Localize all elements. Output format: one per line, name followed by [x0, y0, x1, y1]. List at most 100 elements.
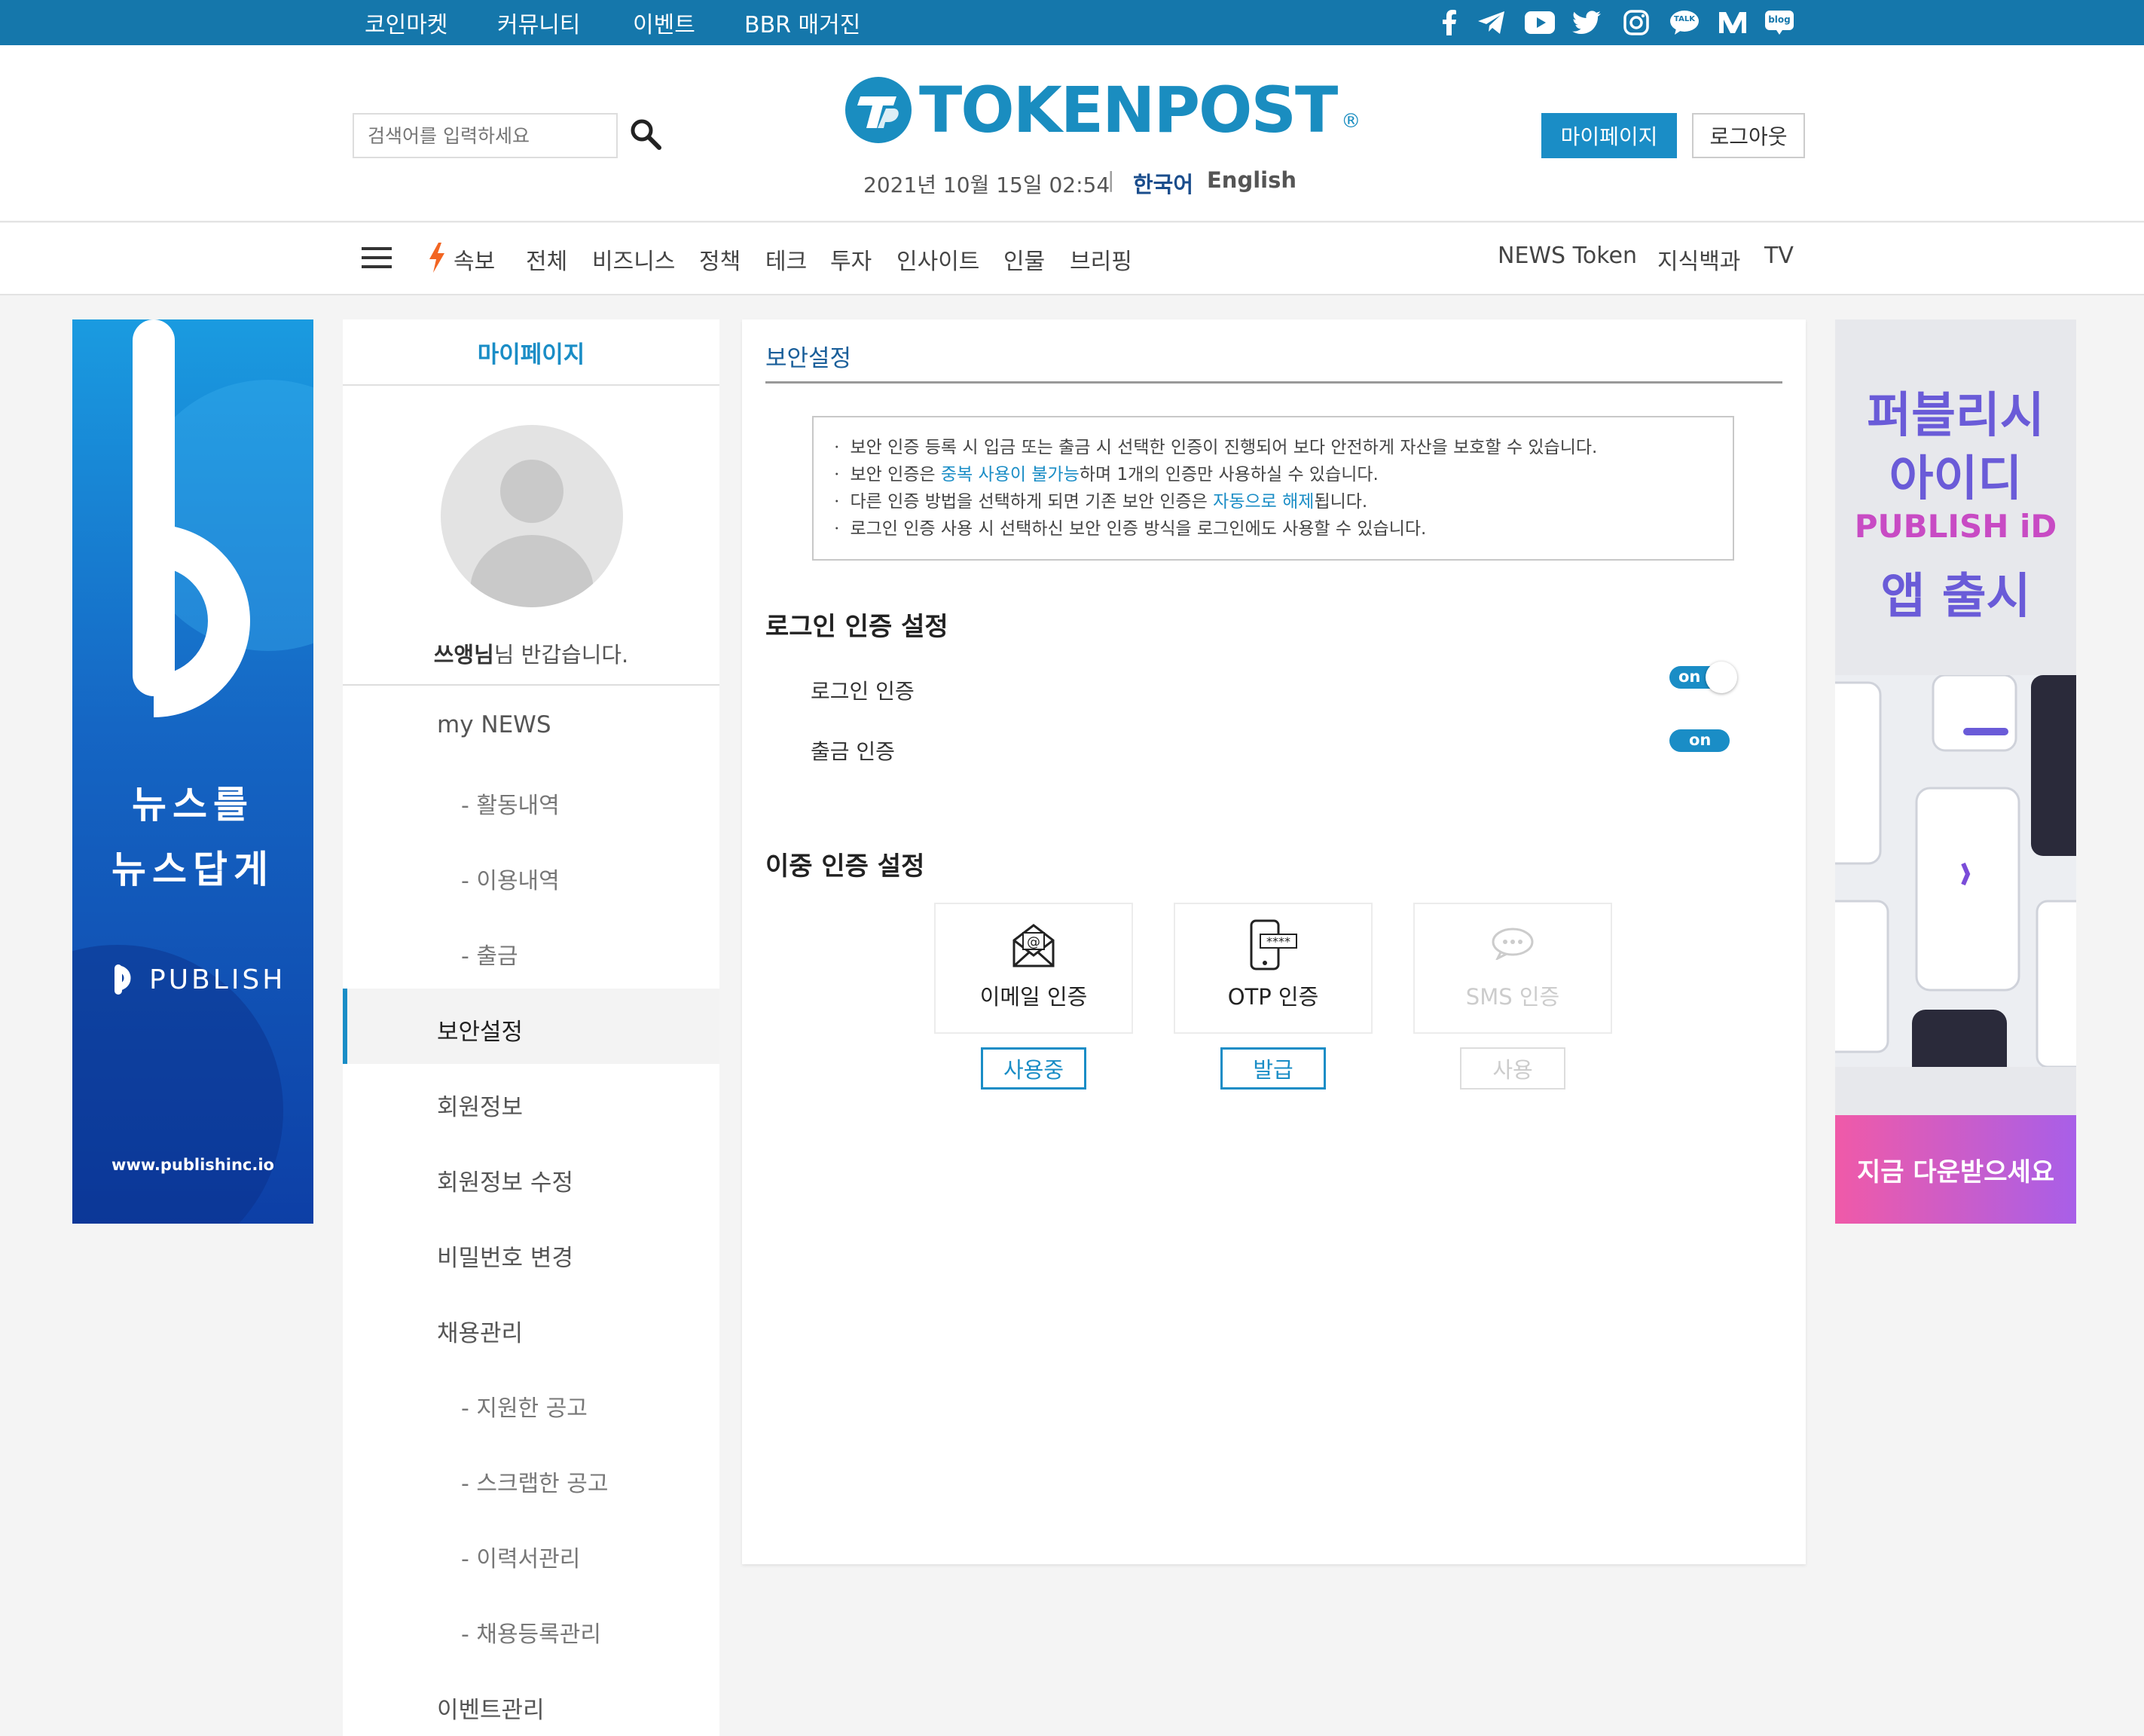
notice-line-1: ㆍ 보안 인증 등록 시 입금 또는 출금 시 선택한 인증이 진행되어 보다 …	[829, 438, 1598, 457]
sidebar-item-scrapped-jobs[interactable]: - 스크랩한 공고	[461, 1465, 609, 1498]
toplink-coinmarket[interactable]: 코인마켓	[365, 6, 447, 39]
logo-text: TOKENPOST	[919, 73, 1338, 147]
nav-breaking[interactable]: 속보	[454, 243, 495, 276]
notice-line-2: ㆍ 보안 인증은 중복 사용이 불가능하며 1개의 인증만 사용하실 수 있습니…	[829, 465, 1379, 484]
telegram-icon[interactable]	[1477, 8, 1507, 38]
toplink-bbr-magazine[interactable]: BBR 매거진	[744, 6, 860, 39]
nav-all[interactable]: 전체	[526, 243, 567, 276]
nav-people[interactable]: 인물	[1003, 243, 1045, 276]
nav-tech[interactable]: 테크	[765, 243, 807, 276]
nav-tv[interactable]: TV	[1764, 243, 1794, 269]
sms-auth-card[interactable]: SMS 인증	[1413, 903, 1612, 1034]
twitter-icon[interactable]	[1571, 8, 1602, 38]
sidebar-item-my-news[interactable]: my NEWS	[437, 711, 551, 738]
login-auth-toggle-state: on	[1678, 668, 1701, 686]
notice-box: ㆍ 보안 인증 등록 시 입금 또는 출금 시 선택한 인증이 진행되어 보다 …	[812, 416, 1734, 561]
blog-icon[interactable]: blog	[1764, 8, 1794, 38]
facebook-icon[interactable]	[1434, 8, 1464, 38]
sidebar-item-security[interactable]: 보안설정	[437, 1013, 523, 1047]
ad-left-slogan-2: 뉴스답게	[111, 848, 274, 891]
twofa-section-title: 이중 인증 설정	[765, 851, 925, 882]
greeting-name: 쓰앵님	[433, 642, 494, 668]
ad-right-brand: PUBLISH iD	[1854, 508, 2057, 545]
email-auth-label: 이메일 인증	[979, 984, 1088, 1010]
sidebar-item-edit-info[interactable]: 회원정보 수정	[437, 1163, 573, 1197]
nav-policy[interactable]: 정책	[699, 243, 741, 276]
sidebar-divider	[343, 684, 719, 686]
withdraw-auth-toggle-state: on	[1689, 731, 1712, 749]
withdraw-auth-toggle[interactable]: on	[1669, 729, 1730, 752]
withdraw-auth-label: 출금 인증	[811, 739, 895, 764]
current-datetime: 2021년 10월 15일 02:54	[863, 173, 1110, 197]
greeting-rest: 님 반갑습니다.	[493, 642, 629, 668]
publish-ad-art	[72, 319, 313, 1224]
hamburger-menu-icon[interactable]	[362, 247, 392, 268]
logo-registered-mark: ®	[1341, 110, 1361, 133]
mypage-button[interactable]: 마이페이지	[1541, 113, 1677, 158]
youtube-icon[interactable]	[1525, 8, 1555, 38]
ad-right-cta[interactable]: 지금 다운받으세요	[1835, 1115, 2076, 1224]
email-auth-in-use-button[interactable]: 사용중	[981, 1047, 1086, 1090]
lightning-icon	[428, 243, 446, 273]
lang-english-link[interactable]: English	[1207, 167, 1296, 193]
kakaotalk-icon[interactable]: TALK	[1669, 8, 1700, 38]
ad-right-title-2: 아이디	[1889, 451, 2023, 507]
nav-insight[interactable]: 인사이트	[896, 243, 979, 276]
nav-investment[interactable]: 투자	[830, 243, 872, 276]
sidebar-active-highlight	[343, 989, 719, 1064]
notice-line-3: ㆍ 다른 인증 방법을 선택하게 되면 기존 보안 인증은 자동으로 해제됩니다…	[829, 492, 1368, 512]
toggle-knob	[1706, 662, 1737, 693]
kakaotalk-label: TALK	[1674, 15, 1695, 23]
search-icon[interactable]	[629, 118, 667, 155]
sidebar-item-resume[interactable]: - 이력서관리	[461, 1540, 580, 1573]
ad-left-brand: PUBLISH	[149, 964, 286, 995]
svg-text:****: ****	[1266, 934, 1290, 949]
nav-knowledge[interactable]: 지식백과	[1657, 243, 1740, 276]
otp-auth-label: OTP 인증	[1227, 984, 1319, 1010]
sidebar-title: 마이페이지	[343, 319, 719, 386]
toplink-event[interactable]: 이벤트	[633, 6, 695, 39]
email-icon: @	[1012, 924, 1055, 967]
ad-banner-right[interactable]: 퍼블리시 아이디 PUBLISH iD 앱 출시 지금 다운받으세요	[1835, 319, 2076, 1224]
sidebar-item-withdraw[interactable]: - 출금	[461, 937, 518, 970]
medium-icon[interactable]	[1718, 8, 1748, 38]
ad-banner-left[interactable]: 뉴스를 뉴스답게 PUBLISH www.publishinc.io	[72, 319, 313, 1224]
sidebar-item-applied-jobs[interactable]: - 지원한 공고	[461, 1389, 588, 1423]
logo-emblem-icon	[845, 77, 912, 143]
email-auth-card[interactable]: @ 이메일 인증	[934, 903, 1133, 1034]
logout-button[interactable]: 로그아웃	[1692, 113, 1805, 158]
login-auth-toggle[interactable]: on	[1669, 662, 1737, 693]
sidebar-item-event[interactable]: 이벤트관리	[437, 1691, 545, 1725]
avatar	[441, 425, 623, 607]
nav-briefing[interactable]: 브리핑	[1070, 243, 1132, 276]
ad-left-url: www.publishinc.io	[111, 1156, 274, 1174]
login-auth-section-title: 로그인 인증 설정	[765, 612, 948, 642]
sidebar-item-change-password[interactable]: 비밀번호 변경	[437, 1239, 573, 1273]
sidebar-item-recruit[interactable]: 채용관리	[437, 1314, 523, 1348]
notice-line-4: ㆍ 로그인 인증 사용 시 선택하신 보안 인증 방식을 로그인에도 사용할 수…	[829, 519, 1427, 539]
sidebar-item-member-info[interactable]: 회원정보	[437, 1088, 523, 1122]
nav-news-token[interactable]: NEWS Token	[1498, 243, 1637, 269]
sidebar-item-job-posting[interactable]: - 채용등록관리	[461, 1615, 601, 1649]
sms-use-button[interactable]: 사용	[1460, 1047, 1565, 1090]
site-logo[interactable]: TOKENPOST ®	[844, 72, 1361, 148]
sidebar-item-activity[interactable]: - 활동내역	[461, 787, 560, 820]
blog-label: blog	[1768, 14, 1791, 25]
sidebar-item-usage[interactable]: - 이용내역	[461, 862, 560, 895]
lang-korean-link[interactable]: 한국어	[1133, 167, 1193, 199]
otp-issue-button[interactable]: 발급	[1220, 1047, 1326, 1090]
login-auth-label: 로그인 인증	[811, 679, 915, 704]
svg-text:@: @	[1027, 934, 1040, 950]
otp-auth-card[interactable]: **** OTP 인증	[1174, 903, 1373, 1034]
toplink-community[interactable]: 커뮤니티	[497, 6, 580, 39]
top-bar	[0, 0, 2144, 45]
title-divider	[765, 381, 1782, 384]
nav-business[interactable]: 비즈니스	[592, 243, 675, 276]
page-title: 보안설정	[765, 345, 852, 372]
ad-left-slogan-1: 뉴스를	[132, 783, 254, 827]
search-input[interactable]	[353, 113, 618, 158]
sms-icon	[1492, 928, 1534, 960]
instagram-icon[interactable]	[1621, 8, 1651, 38]
publish-logo-icon	[115, 964, 142, 995]
lang-separator: |	[1107, 167, 1115, 192]
